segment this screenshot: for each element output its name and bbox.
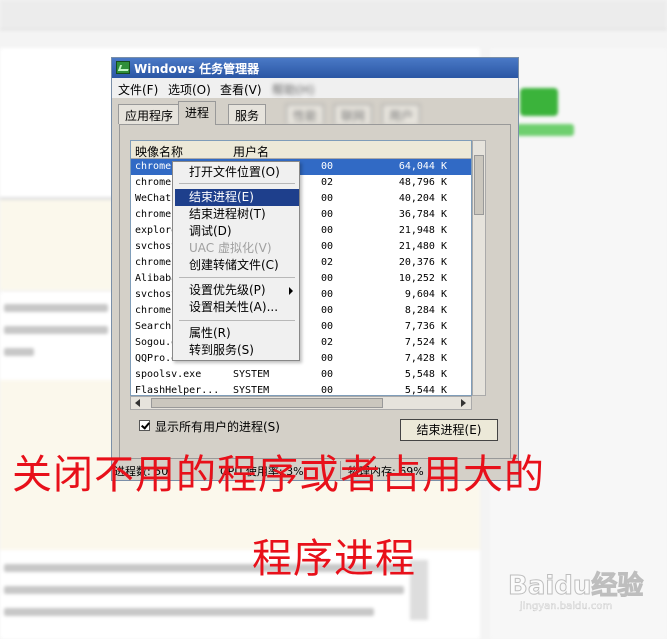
column-user-name[interactable]: 用户名 xyxy=(233,143,269,160)
caption-line-2: 程序进程 xyxy=(252,536,416,582)
background-app-icon xyxy=(520,88,558,116)
watermark-logo: Baidu经验 xyxy=(507,571,644,602)
background-text-line xyxy=(4,348,34,356)
process-cpu: 00 xyxy=(321,225,334,236)
process-memory: 21,480 K xyxy=(398,241,447,252)
process-cpu: 02 xyxy=(321,177,334,188)
menu-bar: 文件(F) 选项(O) 查看(V) 帮助(H) xyxy=(112,78,518,98)
ctx-end-process-tree[interactable]: 结束进程树(T) xyxy=(175,206,299,223)
ctx-go-to-service[interactable]: 转到服务(S) xyxy=(175,342,299,359)
background-app-label xyxy=(516,124,574,136)
menu-separator xyxy=(179,183,295,184)
show-all-users-label[interactable]: 显示所有用户的进程(S) xyxy=(155,418,280,435)
process-list-header: 映像名称 用户名 xyxy=(131,141,471,160)
show-all-users-checkbox[interactable] xyxy=(139,420,150,431)
process-image-name: spoolsv.exe xyxy=(135,369,202,380)
process-cpu: 00 xyxy=(321,193,334,204)
window-title: Windows 任务管理器 xyxy=(134,62,260,76)
process-cpu: 00 xyxy=(321,353,334,364)
ctx-set-priority[interactable]: 设置优先级(P) xyxy=(175,282,299,299)
table-row[interactable]: spoolsv.exe SYSTEM 00 5,548 K xyxy=(131,367,471,383)
background-topbar xyxy=(0,0,667,30)
process-cpu: 00 xyxy=(321,273,334,284)
menu-options[interactable]: 选项(O) xyxy=(168,81,211,98)
background-text-line xyxy=(4,304,108,312)
background-text-line xyxy=(4,586,404,594)
process-memory: 8,284 K xyxy=(404,305,447,316)
submenu-arrow-icon xyxy=(289,287,293,295)
task-manager-icon xyxy=(116,61,130,74)
tab-performance[interactable]: 性能 xyxy=(286,104,325,124)
process-cpu: 00 xyxy=(321,305,334,316)
watermark-url: jingyan.baidu.com xyxy=(520,601,613,612)
column-image-name[interactable]: 映像名称 xyxy=(135,143,183,160)
process-cpu: 00 xyxy=(321,369,334,380)
process-memory: 7,524 K xyxy=(404,337,447,348)
ctx-end-process[interactable]: 结束进程(E) xyxy=(175,189,299,206)
process-memory: 7,736 K xyxy=(404,321,447,332)
caption-line-1: 关闭不用的程序或者占用大的 xyxy=(12,452,545,498)
baidu-watermark: Baidu经验 jingyan.baidu.com xyxy=(507,565,658,625)
scroll-right-icon[interactable] xyxy=(461,399,466,407)
tab-applications[interactable]: 应用程序 xyxy=(118,104,181,124)
ctx-open-file-location[interactable]: 打开文件位置(O) xyxy=(175,164,299,181)
process-memory: 64,044 K xyxy=(398,161,447,172)
horizontal-scroll-thumb[interactable] xyxy=(151,398,383,408)
process-cpu: 00 xyxy=(321,241,334,252)
process-memory: 10,252 K xyxy=(398,273,447,284)
process-memory: 48,796 K xyxy=(398,177,447,188)
process-memory: 9,604 K xyxy=(404,289,447,300)
menu-separator xyxy=(179,277,295,278)
tab-services[interactable]: 服务 xyxy=(228,104,267,124)
process-memory: 40,204 K xyxy=(398,193,447,204)
process-cpu: 00 xyxy=(321,289,334,300)
vertical-scroll-thumb[interactable] xyxy=(474,155,484,215)
process-memory: 7,428 K xyxy=(404,353,447,364)
ctx-set-affinity[interactable]: 设置相关性(A)... xyxy=(175,299,299,316)
table-row[interactable]: FlashHelper... SYSTEM 00 5,544 K xyxy=(131,383,471,396)
process-memory: 36,784 K xyxy=(398,209,447,220)
scroll-left-icon[interactable] xyxy=(135,399,140,407)
process-memory: 21,948 K xyxy=(398,225,447,236)
menu-file[interactable]: 文件(F) xyxy=(118,81,158,98)
title-bar[interactable]: Windows 任务管理器 xyxy=(112,58,518,78)
tab-strip: 应用程序 进程 服务 性能 联网 用户 xyxy=(112,98,518,125)
vertical-scrollbar[interactable] xyxy=(472,140,486,396)
process-context-menu: 打开文件位置(O) 结束进程(E) 结束进程树(T) 调试(D) UAC 虚拟化… xyxy=(172,161,300,361)
ctx-properties[interactable]: 属性(R) xyxy=(175,325,299,342)
process-image-name: FlashHelper... xyxy=(135,385,220,396)
process-cpu: 02 xyxy=(321,257,334,268)
process-cpu: 00 xyxy=(321,385,334,396)
ctx-debug[interactable]: 调试(D) xyxy=(175,223,299,240)
process-user-name: SYSTEM xyxy=(233,385,270,396)
menu-separator xyxy=(179,320,295,321)
background-text-line xyxy=(4,608,374,616)
end-process-button[interactable]: 结束进程(E) xyxy=(400,419,498,441)
process-cpu: 00 xyxy=(321,321,334,332)
process-cpu: 00 xyxy=(321,161,334,172)
ctx-uac-virtualization: UAC 虚拟化(V) xyxy=(189,241,272,255)
ctx-set-priority-label: 设置优先级(P) xyxy=(189,283,266,297)
horizontal-scrollbar[interactable] xyxy=(130,396,472,410)
process-cpu: 00 xyxy=(321,209,334,220)
process-user-name: SYSTEM xyxy=(233,369,270,380)
background-text-line xyxy=(4,326,108,334)
menu-help[interactable]: 帮助(H) xyxy=(272,81,314,98)
ctx-create-dump-file[interactable]: 创建转储文件(C) xyxy=(175,257,299,274)
process-memory: 5,544 K xyxy=(404,385,447,396)
tab-processes[interactable]: 进程 xyxy=(178,101,217,125)
process-memory: 20,376 K xyxy=(398,257,447,268)
tab-networking[interactable]: 联网 xyxy=(334,104,373,124)
menu-view[interactable]: 查看(V) xyxy=(220,81,262,98)
tab-users[interactable]: 用户 xyxy=(382,104,421,124)
process-cpu: 02 xyxy=(321,337,334,348)
process-memory: 5,548 K xyxy=(404,369,447,380)
